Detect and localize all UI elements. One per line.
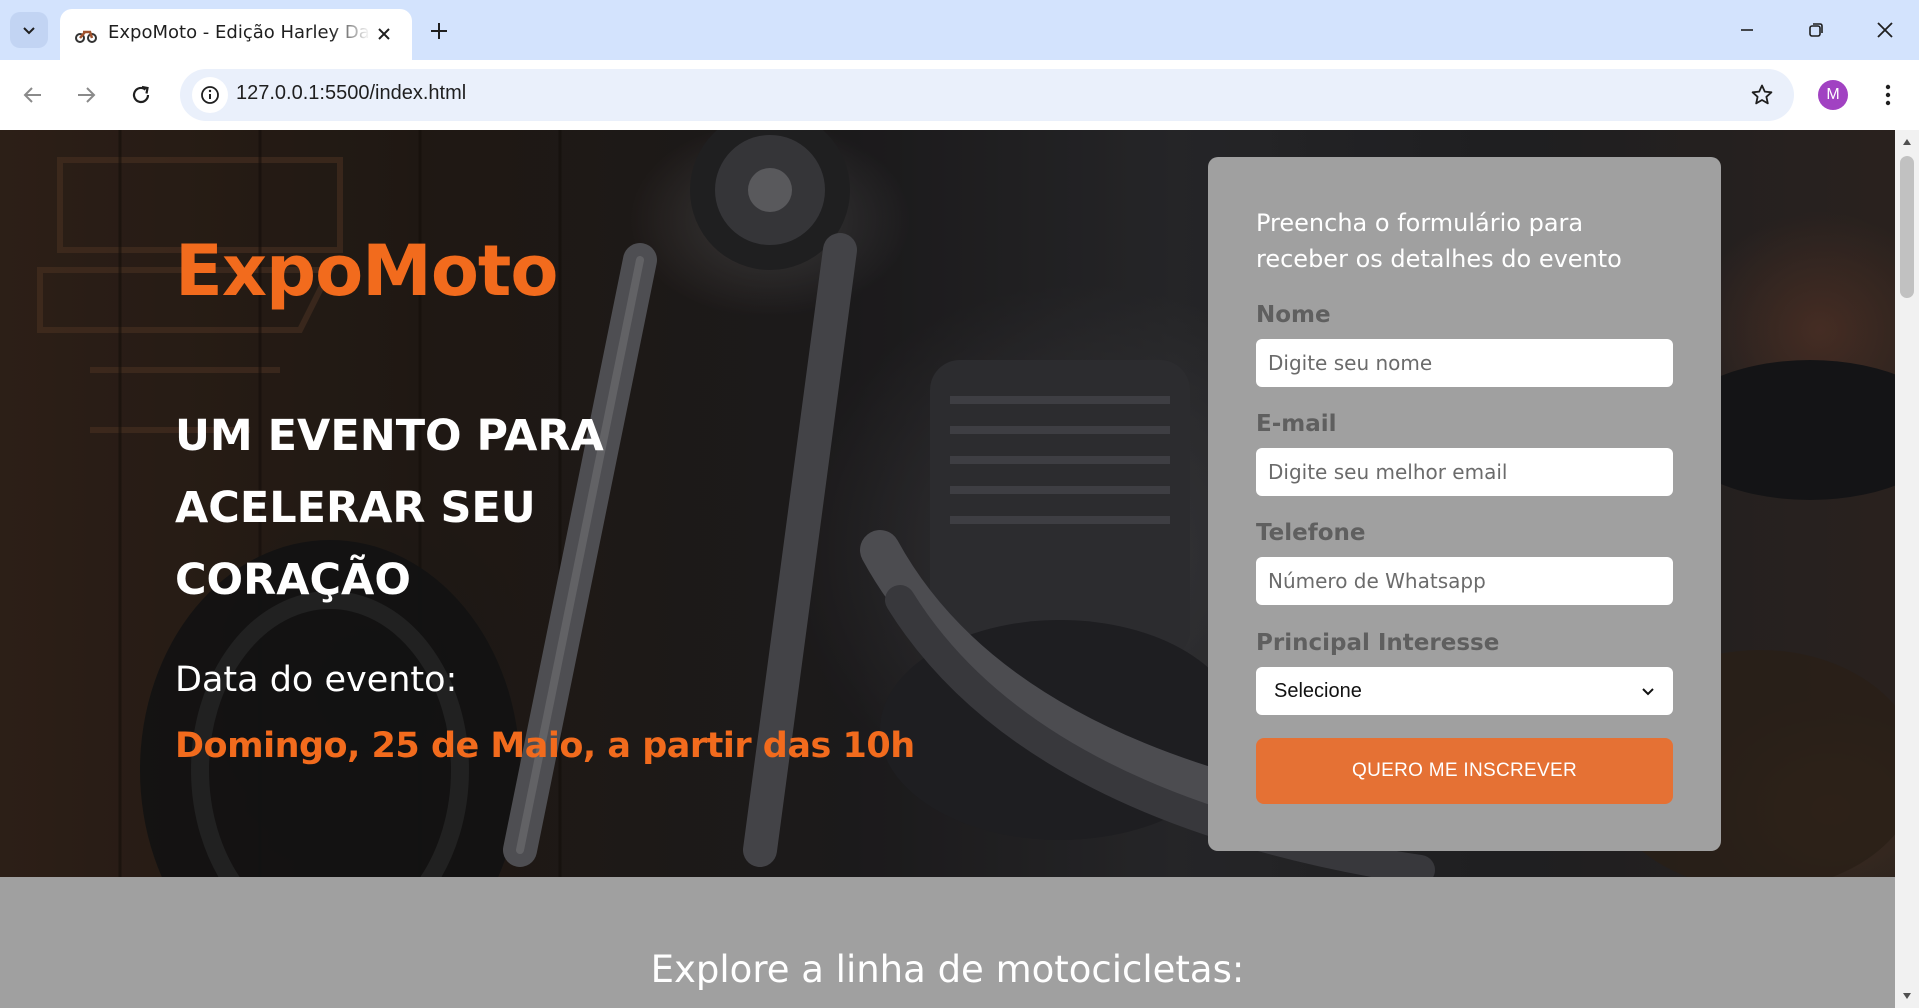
- email-input[interactable]: [1256, 448, 1673, 496]
- close-icon: [1877, 22, 1893, 38]
- new-tab-button[interactable]: [422, 14, 456, 48]
- page-viewport: ExpoMoto UM EVENTO PARA ACELERAR SEU COR…: [0, 130, 1919, 1008]
- restore-icon: [1809, 23, 1823, 37]
- address-bar[interactable]: 127.0.0.1:5500/index.html: [180, 69, 1794, 121]
- triangle-down-icon: [1903, 993, 1911, 999]
- close-window-button[interactable]: [1858, 8, 1912, 52]
- subscribe-button[interactable]: QUERO ME INSCREVER: [1256, 738, 1673, 804]
- forward-button[interactable]: [66, 75, 106, 115]
- tab-search-button[interactable]: [10, 12, 48, 48]
- name-label: Nome: [1256, 302, 1331, 328]
- signup-form: Preencha o formulário para receber os de…: [1208, 157, 1721, 851]
- scroll-thumb[interactable]: [1900, 156, 1914, 298]
- more-vert-icon: [1885, 84, 1891, 106]
- page-scrollbar[interactable]: [1895, 130, 1919, 1008]
- restore-button[interactable]: [1789, 8, 1843, 52]
- tab-title: ExpoMoto - Edição Harley Davidson: [108, 22, 370, 43]
- info-icon: [201, 86, 219, 104]
- chevron-down-icon: [23, 27, 35, 35]
- explore-section-title: Explore a linha de motocicletas:: [650, 948, 1245, 991]
- motorcycle-favicon-icon: [75, 30, 97, 43]
- tab-close-button[interactable]: [370, 20, 398, 48]
- interest-selected-value: Selecione: [1274, 679, 1362, 702]
- hero-headline: UM EVENTO PARA ACELERAR SEU CORAÇÃO: [175, 400, 735, 616]
- reload-icon: [132, 85, 150, 104]
- phone-input[interactable]: [1256, 557, 1673, 605]
- hero-section: ExpoMoto UM EVENTO PARA ACELERAR SEU COR…: [0, 130, 1895, 877]
- scroll-down-arrow[interactable]: [1901, 990, 1913, 1002]
- headline-line-1: UM EVENTO PARA: [175, 411, 604, 461]
- star-icon: [1751, 84, 1773, 105]
- url-text: 127.0.0.1:5500/index.html: [236, 82, 467, 104]
- reload-button[interactable]: [121, 75, 161, 115]
- phone-label: Telefone: [1256, 520, 1366, 546]
- headline-line-2: ACELERAR SEU: [175, 483, 536, 533]
- site-info-button[interactable]: [192, 77, 228, 113]
- brand-title: ExpoMoto: [175, 230, 558, 312]
- profile-avatar[interactable]: M: [1818, 80, 1848, 110]
- minimize-button[interactable]: [1720, 8, 1774, 52]
- active-tab[interactable]: ExpoMoto - Edição Harley Davidson: [60, 9, 412, 60]
- scroll-up-arrow[interactable]: [1901, 136, 1913, 148]
- browser-toolbar: 127.0.0.1:5500/index.html M: [0, 60, 1919, 130]
- close-icon: [378, 28, 390, 40]
- minimize-icon: [1741, 29, 1753, 31]
- event-date-value: Domingo, 25 de Maio, a partir das 10h: [175, 726, 915, 766]
- triangle-up-icon: [1903, 139, 1911, 145]
- email-label: E-mail: [1256, 411, 1337, 437]
- chevron-down-icon: [1642, 688, 1654, 696]
- bookmark-button[interactable]: [1746, 79, 1778, 111]
- browser-menu-button[interactable]: [1870, 77, 1906, 113]
- headline-line-3: CORAÇÃO: [175, 555, 411, 605]
- arrow-right-icon: [78, 87, 96, 103]
- interest-select[interactable]: Selecione: [1256, 667, 1673, 715]
- arrow-left-icon: [23, 87, 41, 103]
- plus-icon: [431, 23, 447, 39]
- name-input[interactable]: [1256, 339, 1673, 387]
- tab-strip: ExpoMoto - Edição Harley Davidson: [0, 0, 1919, 60]
- interest-label: Principal Interesse: [1256, 630, 1500, 656]
- back-button[interactable]: [13, 75, 53, 115]
- event-date-label: Data do evento:: [175, 660, 458, 700]
- form-intro: Preencha o formulário para receber os de…: [1256, 209, 1622, 273]
